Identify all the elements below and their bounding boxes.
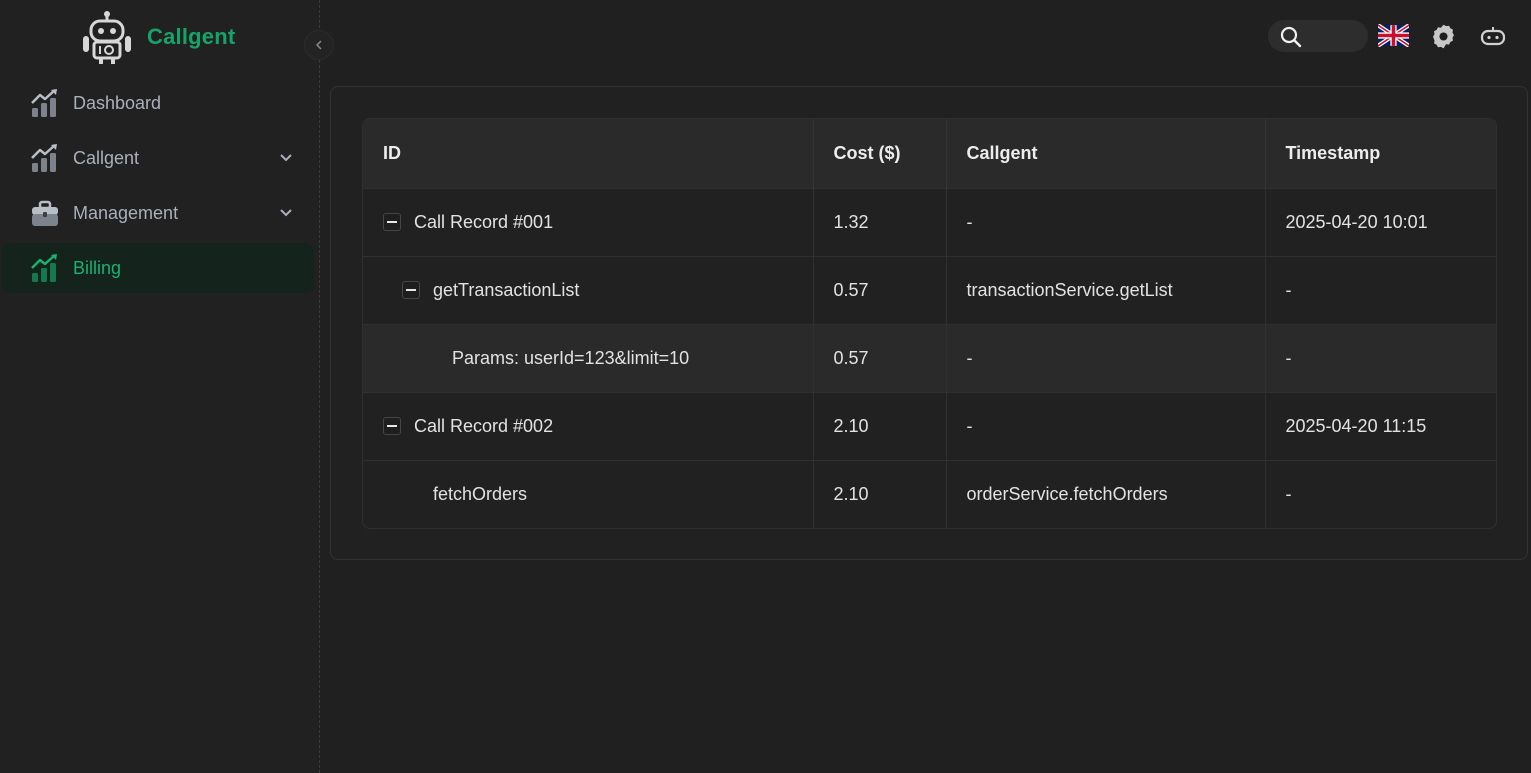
cost-cell: 2.10 bbox=[813, 391, 947, 460]
settings-icon[interactable] bbox=[1430, 23, 1457, 50]
robot-logo-icon bbox=[83, 11, 131, 64]
timestamp-cell: 2025-04-20 11:15 bbox=[1265, 391, 1496, 460]
id-cell: Params: userId=123&limit=10 bbox=[363, 323, 814, 392]
sidebar: Callgent Dashboard Callgent Management B… bbox=[0, 0, 320, 773]
uk-flag-icon[interactable] bbox=[1378, 24, 1409, 47]
row-id: Call Record #002 bbox=[414, 415, 554, 436]
collapse-toggle-icon[interactable] bbox=[402, 281, 420, 299]
chart-bars-icon bbox=[31, 254, 57, 282]
collapse-toggle-icon[interactable] bbox=[383, 417, 401, 435]
callgent-cell: - bbox=[946, 391, 1266, 460]
brand[interactable]: Callgent bbox=[80, 8, 235, 66]
timestamp-cell: - bbox=[1265, 323, 1496, 392]
sidebar-item-billing[interactable]: Billing bbox=[2, 243, 314, 293]
table-row[interactable]: Call Record #001 1.32 - 2025-04-20 10:01 bbox=[363, 187, 1496, 256]
id-cell: Call Record #002 bbox=[363, 391, 814, 460]
column-header-timestamp[interactable]: Timestamp bbox=[1265, 119, 1496, 188]
sidebar-item-label: Dashboard bbox=[73, 92, 162, 113]
cost-cell: 0.57 bbox=[813, 255, 947, 324]
chart-bars-icon bbox=[31, 89, 57, 117]
briefcase-icon bbox=[32, 200, 58, 226]
search-icon bbox=[1280, 26, 1302, 48]
chart-bars-icon bbox=[31, 144, 57, 172]
brand-name: Callgent bbox=[147, 24, 236, 49]
table-row[interactable]: getTransactionList 0.57 transactionServi… bbox=[363, 255, 1496, 324]
sidebar-collapse-button[interactable] bbox=[304, 30, 334, 60]
table-row[interactable]: fetchOrders 2.10 orderService.fetchOrder… bbox=[363, 459, 1496, 528]
callgent-cell: transactionService.getList bbox=[946, 255, 1266, 324]
billing-table: ID Cost ($) Callgent Timestamp Call Reco… bbox=[363, 119, 1496, 528]
billing-card: ID Cost ($) Callgent Timestamp Call Reco… bbox=[330, 86, 1528, 560]
cost-cell: 2.10 bbox=[813, 459, 947, 528]
row-id: Params: userId=123&limit=10 bbox=[452, 347, 690, 368]
cost-cell: 1.32 bbox=[813, 187, 947, 256]
id-cell: fetchOrders bbox=[363, 459, 814, 528]
column-header-id[interactable]: ID bbox=[363, 119, 814, 188]
row-id: fetchOrders bbox=[433, 483, 528, 504]
cost-cell: 0.57 bbox=[813, 323, 947, 392]
billing-table-wrapper: ID Cost ($) Callgent Timestamp Call Reco… bbox=[362, 118, 1497, 529]
search-button[interactable] bbox=[1268, 20, 1368, 52]
callgent-cell: - bbox=[946, 323, 1266, 392]
chevron-down-icon[interactable] bbox=[278, 205, 294, 221]
column-header-cost[interactable]: Cost ($) bbox=[813, 119, 947, 188]
row-id: getTransactionList bbox=[433, 279, 580, 300]
timestamp-cell: - bbox=[1265, 459, 1496, 528]
chevron-down-icon[interactable] bbox=[278, 150, 294, 166]
collapse-toggle-icon[interactable] bbox=[383, 213, 401, 231]
bot-icon[interactable] bbox=[1480, 25, 1506, 47]
sidebar-item-label: Callgent bbox=[73, 147, 140, 168]
app-root: Callgent Dashboard Callgent Management B… bbox=[0, 0, 1531, 773]
sidebar-item-management[interactable]: Management bbox=[2, 188, 314, 238]
sidebar-item-callgent[interactable]: Callgent bbox=[2, 133, 314, 183]
row-id: Call Record #001 bbox=[414, 211, 554, 232]
callgent-cell: - bbox=[946, 187, 1266, 256]
table-row[interactable]: Call Record #002 2.10 - 2025-04-20 11:15 bbox=[363, 391, 1496, 460]
column-header-callgent[interactable]: Callgent bbox=[946, 119, 1266, 188]
table-header-row: ID Cost ($) Callgent Timestamp bbox=[363, 119, 1496, 188]
chevron-left-icon bbox=[315, 40, 322, 50]
sidebar-item-label: Management bbox=[73, 202, 179, 223]
callgent-cell: orderService.fetchOrders bbox=[946, 459, 1266, 528]
timestamp-cell: 2025-04-20 10:01 bbox=[1265, 187, 1496, 256]
table-row[interactable]: Params: userId=123&limit=10 0.57 - - bbox=[363, 323, 1496, 392]
sidebar-nav: Dashboard Callgent Management Billing bbox=[0, 78, 320, 298]
sidebar-item-dashboard[interactable]: Dashboard bbox=[2, 78, 314, 128]
id-cell: getTransactionList bbox=[363, 255, 814, 324]
timestamp-cell: - bbox=[1265, 255, 1496, 324]
sidebar-item-label: Billing bbox=[73, 257, 122, 278]
id-cell: Call Record #001 bbox=[363, 187, 814, 256]
